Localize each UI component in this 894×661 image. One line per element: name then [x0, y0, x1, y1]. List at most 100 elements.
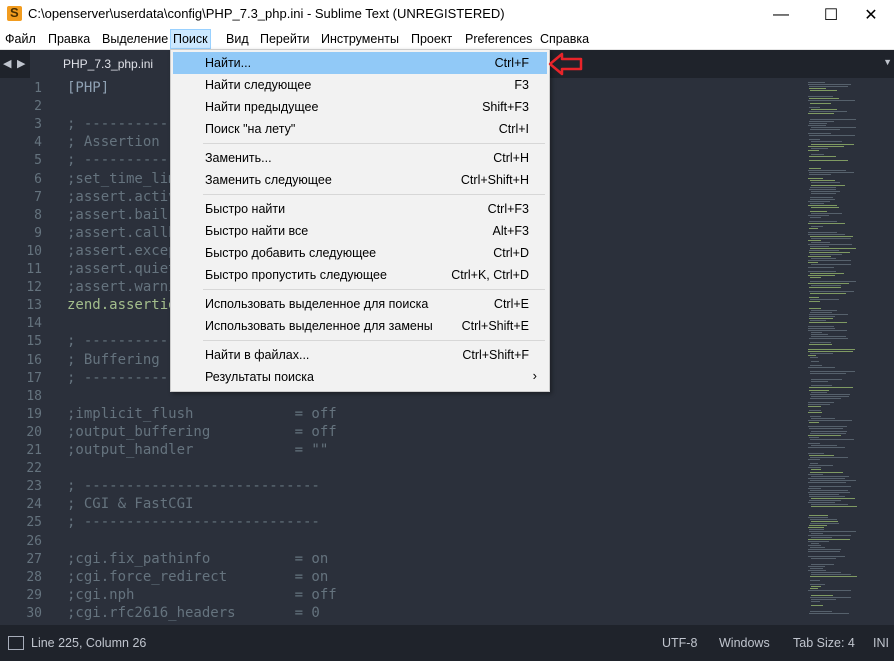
minimap-line [810, 202, 824, 204]
minimap-line [810, 397, 841, 399]
minimap-line [808, 569, 826, 571]
minimap-line [808, 401, 834, 403]
minimap-line [808, 205, 837, 206]
tab-dropdown-icon[interactable]: ▼ [883, 57, 892, 67]
search-menu-item[interactable]: Результаты поиска › [173, 366, 547, 388]
search-menu-item[interactable]: Быстро пропустить следующее Ctrl+K, Ctrl+… [173, 264, 547, 286]
search-menu-item[interactable]: Найти следующее F3 [173, 74, 547, 96]
minimap-line [811, 143, 854, 145]
code-line: ; Buffering [67, 351, 160, 368]
minimap-line [809, 514, 828, 516]
search-menu-item[interactable]: Заменить... Ctrl+H [173, 147, 547, 169]
minimap-line [809, 422, 819, 424]
search-menu-item[interactable]: Быстро найти все Alt+F3 [173, 220, 547, 242]
syntax[interactable]: INI [873, 636, 889, 650]
search-menu-item[interactable]: Найти... Ctrl+F [173, 52, 547, 74]
minimap-line [808, 477, 845, 479]
menu-find[interactable]: Поиск [170, 29, 211, 49]
tab-nav-left-icon[interactable]: ◀ [3, 57, 11, 70]
minimize-button[interactable]: — [758, 0, 804, 29]
search-menu-item[interactable]: Быстро добавить следующее Ctrl+D [173, 242, 547, 264]
search-menu-item[interactable]: Найти в файлах... Ctrl+Shift+F [173, 344, 547, 366]
minimap-line [810, 342, 831, 344]
minimap-line [811, 258, 836, 260]
minimap-line [808, 178, 823, 180]
line-number: 24 [26, 497, 42, 513]
minimap-line [809, 98, 839, 100]
minimap-line [810, 356, 818, 358]
minimap-line [808, 555, 845, 557]
minimap-line [809, 287, 841, 288]
menu-help[interactable]: Справка [538, 30, 591, 48]
search-menu-item[interactable]: Использовать выделенное для замены Ctrl+S… [173, 315, 547, 337]
minimap-line [811, 604, 823, 606]
minimap-line [809, 338, 848, 340]
minimap-line [808, 502, 835, 504]
menu-file[interactable]: Файл [3, 30, 38, 48]
minimap-line [808, 100, 855, 102]
code-line: ; ---------- [67, 333, 169, 350]
menu-item-label: Найти следующее [205, 78, 312, 92]
minimap-line [810, 489, 848, 491]
minimap-line [809, 485, 851, 487]
code-line: ;cgi.nph = off [67, 586, 337, 603]
tab-size[interactable]: Tab Size: 4 [793, 636, 855, 650]
minimap-line [811, 184, 845, 186]
minimap-line [810, 102, 831, 104]
minimap-line [811, 574, 851, 575]
search-menu-item[interactable]: Использовать выделенное для поиска Ctrl+E [173, 293, 547, 315]
minimap-line [809, 221, 837, 223]
menu-project[interactable]: Проект [409, 30, 454, 48]
code-line: ;assert.excep [67, 242, 177, 259]
minimap-line [808, 551, 840, 553]
minimap-line [809, 188, 836, 190]
minimap-line [810, 198, 835, 200]
code-line: ; ---------- [67, 116, 169, 133]
menu-selection[interactable]: Выделение [100, 30, 170, 48]
menu-edit[interactable]: Правка [46, 30, 92, 48]
minimap-line [808, 270, 836, 272]
minimap-line [808, 170, 846, 172]
code-line: ;assert.activ [67, 188, 177, 205]
minimap-line [809, 139, 820, 141]
search-menu-item[interactable]: Поиск "на лету" Ctrl+I [173, 118, 547, 140]
line-number: 5 [34, 153, 42, 169]
menu-tools[interactable]: Инструменты [319, 30, 401, 48]
menu-goto[interactable]: Перейти [258, 30, 312, 48]
minimap-line [811, 241, 830, 243]
tab-php-ini[interactable]: PHP_7.3_php.ini [30, 50, 172, 78]
menu-preferences[interactable]: Preferences [463, 30, 534, 48]
minimap-line [808, 442, 820, 444]
minimap-line [809, 528, 824, 530]
minimap-line [810, 211, 827, 213]
line-number: 18 [26, 388, 42, 404]
close-button[interactable]: ✕ [848, 0, 894, 29]
tab-nav-right-icon[interactable]: ▶ [17, 57, 25, 70]
code-line: ;assert.warni [67, 279, 177, 296]
menu-item-shortcut: Ctrl+F3 [487, 202, 529, 216]
minimap-line [808, 350, 853, 352]
minimap-line [810, 432, 846, 434]
menu-item-label: Найти предыдущее [205, 100, 319, 114]
minimap-line [811, 381, 828, 383]
minimap-line [808, 215, 829, 217]
minimap-line [808, 473, 823, 475]
code-line: ; ---------- [67, 152, 169, 169]
encoding[interactable]: UTF-8 [662, 636, 697, 650]
search-menu-item[interactable]: Заменить следующее Ctrl+Shift+H [173, 169, 547, 191]
menu-item-shortcut: Ctrl+F [494, 56, 529, 70]
code-line: ; ---------------------------- [67, 478, 320, 495]
line-number: 17 [26, 370, 42, 386]
line-endings[interactable]: Windows [719, 636, 770, 650]
menu-item-shortcut: Shift+F3 [482, 100, 529, 114]
line-number: 30 [26, 605, 42, 621]
minimap[interactable] [805, 78, 894, 625]
menu-view[interactable]: Вид [224, 30, 251, 48]
console-icon[interactable] [8, 636, 24, 650]
search-menu-item[interactable]: Быстро найти Ctrl+F3 [173, 198, 547, 220]
minimap-line [808, 481, 846, 483]
line-number: 13 [26, 298, 42, 314]
minimap-line [808, 266, 834, 268]
search-menu-item[interactable]: Найти предыдущее Shift+F3 [173, 96, 547, 118]
menu-item-label: Найти... [205, 56, 252, 70]
